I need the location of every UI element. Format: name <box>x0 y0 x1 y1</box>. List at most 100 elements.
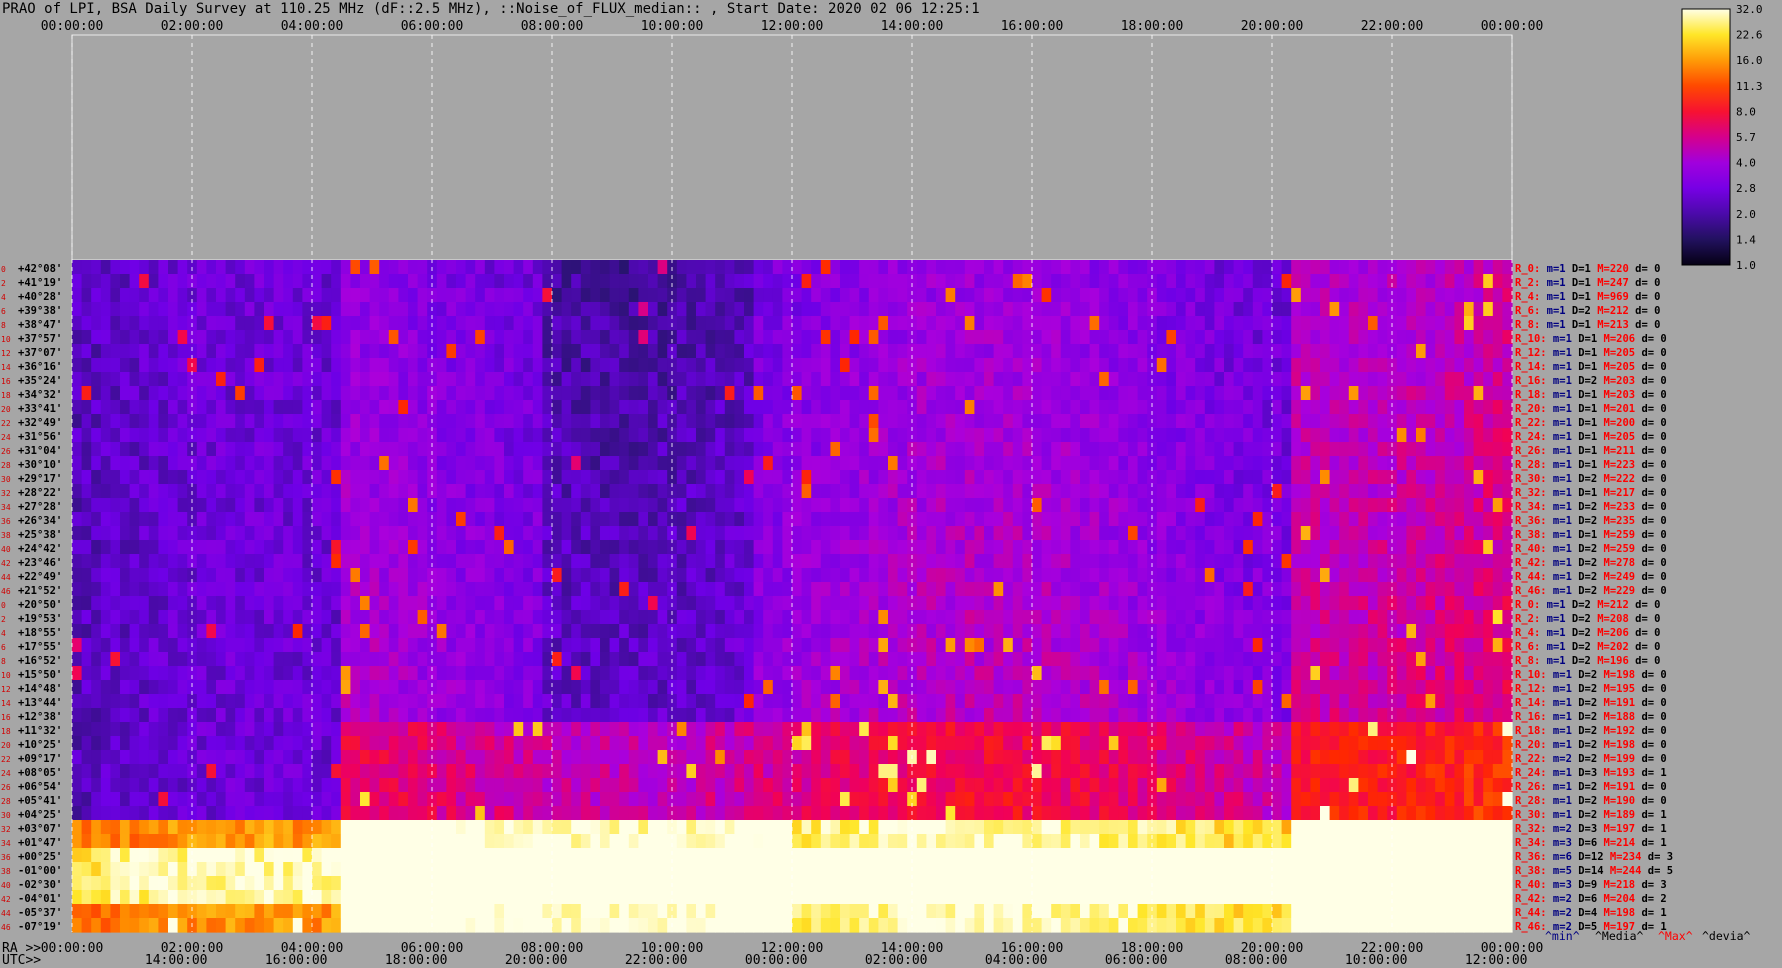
row-stat-d: D=6 <box>1572 893 1597 905</box>
row-stat-d: D=2 <box>1572 571 1597 583</box>
row-stat-d: D=1 <box>1572 431 1597 443</box>
row-stat-M: M=199 <box>1597 753 1635 765</box>
declination-label: +05°41' <box>18 795 62 807</box>
row-index-label: 40 <box>1 545 11 554</box>
row-stat-m: m=1 <box>1547 529 1572 541</box>
colorbar-tick-label: 2.8 <box>1736 182 1756 195</box>
row-stat-d: D=1 <box>1572 487 1597 499</box>
row-stat: R_38: m=1 D=1 M=259 d= 0 <box>1515 529 1667 541</box>
x-ra-tick-label: 00:00:00 <box>41 941 104 956</box>
row-stat-M: M=188 <box>1597 711 1635 723</box>
row-index-label: 20 <box>1 405 11 414</box>
declination-label: +31°56' <box>18 431 62 443</box>
row-stat-m: m=2 <box>1547 907 1572 919</box>
row-stat-m: m=1 <box>1547 669 1572 681</box>
row-stat-dev: d= 0 <box>1635 501 1667 513</box>
row-stat-r: R_28: <box>1515 795 1547 807</box>
row-stat-dev: d= 0 <box>1629 641 1661 653</box>
declination-label: +36°16' <box>18 361 62 373</box>
row-stat-M: M=201 <box>1597 403 1635 415</box>
row-stat-r: R_4: <box>1515 291 1540 303</box>
row-index-label: 2 <box>1 279 6 288</box>
row-stat-d: D=1 <box>1572 389 1597 401</box>
row-stat-M: M=202 <box>1591 641 1629 653</box>
declination-label: +30°10' <box>18 459 62 471</box>
row-stat-d: D=1 <box>1572 529 1597 541</box>
row-stat-m: m=1 <box>1547 697 1572 709</box>
row-stat: R_34: m=1 D=2 M=233 d= 0 <box>1515 501 1667 513</box>
row-stat-dev: d= 0 <box>1629 263 1661 275</box>
row-stat-d: D=2 <box>1572 515 1597 527</box>
row-stat-d: D=2 <box>1572 669 1597 681</box>
row-stat: R_40: m=3 D=9 M=218 d= 3 <box>1515 879 1667 891</box>
x-utc-tick-label: 04:00:00 <box>985 953 1048 968</box>
row-stat-m: m=6 <box>1547 851 1572 863</box>
row-stat: R_6: m=1 D=2 M=202 d= 0 <box>1515 641 1660 653</box>
declination-label: +33°41' <box>18 403 62 415</box>
row-stat-M: M=206 <box>1597 333 1635 345</box>
stats-legend-label: ^Media^ <box>1595 929 1644 943</box>
row-index-label: 12 <box>1 349 11 358</box>
row-stat-m: m=2 <box>1547 753 1572 765</box>
row-stat-d: D=2 <box>1566 305 1591 317</box>
row-index-label: 10 <box>1 671 11 680</box>
declination-label: +14°48' <box>18 683 62 695</box>
row-stat-dev: d= 0 <box>1635 781 1667 793</box>
row-stat: R_26: m=1 D=2 M=191 d= 0 <box>1515 781 1667 793</box>
row-stat-dev: d= 0 <box>1635 417 1667 429</box>
row-stat: R_30: m=1 D=2 M=189 d= 1 <box>1515 809 1667 821</box>
row-stat-d: D=2 <box>1566 613 1591 625</box>
row-stat-r: R_18: <box>1515 725 1547 737</box>
row-stat-d: D=1 <box>1566 319 1591 331</box>
row-stat: R_34: m=3 D=6 M=214 d= 1 <box>1515 837 1667 849</box>
row-stat-dev: d= 0 <box>1635 725 1667 737</box>
declination-label: +04°25' <box>18 809 62 821</box>
x-utc-tick-label: 18:00:00 <box>385 953 448 968</box>
declination-label: -04°01' <box>18 893 62 905</box>
row-stat-d: D=14 <box>1572 865 1604 877</box>
declination-label: +19°53' <box>18 613 62 625</box>
colorbar-tick-label: 1.0 <box>1736 259 1756 272</box>
row-stat-dev: d= 0 <box>1635 445 1667 457</box>
declination-label: +42°08' <box>18 263 62 275</box>
row-stat: R_44: m=1 D=2 M=249 d= 0 <box>1515 571 1667 583</box>
row-index-label: 44 <box>1 573 11 582</box>
row-stat-d: D=1 <box>1566 291 1591 303</box>
row-stat-m: m=1 <box>1547 501 1572 513</box>
row-stat-M: M=205 <box>1597 361 1635 373</box>
declination-label: +35°24' <box>18 375 62 387</box>
row-stat-M: M=192 <box>1597 725 1635 737</box>
x-top-tick-label: 12:00:00 <box>761 19 824 34</box>
row-stat-d: D=2 <box>1572 725 1597 737</box>
row-stat-M: M=220 <box>1591 263 1629 275</box>
declination-label: +09°17' <box>18 753 62 765</box>
row-stat: R_2: m=1 D=2 M=208 d= 0 <box>1515 613 1660 625</box>
row-stat-d: D=1 <box>1572 347 1597 359</box>
row-stat-dev: d= 0 <box>1635 557 1667 569</box>
row-stat-d: D=2 <box>1572 501 1597 513</box>
declination-label: +12°38' <box>18 711 62 723</box>
row-stat-dev: d= 0 <box>1635 739 1667 751</box>
row-stat-r: R_28: <box>1515 459 1547 471</box>
row-stat-d: D=6 <box>1572 837 1597 849</box>
row-stat-dev: d= 0 <box>1635 711 1667 723</box>
x-top-tick-label: 06:00:00 <box>401 19 464 34</box>
declination-label: +31°04' <box>18 445 62 457</box>
declination-label: +20°50' <box>18 599 62 611</box>
row-stat-m: m=1 <box>1540 599 1565 611</box>
x-utc-tick-label: 16:00:00 <box>265 953 328 968</box>
row-index-label: 6 <box>1 307 6 316</box>
row-stat-d: D=2 <box>1566 627 1591 639</box>
row-stat-m: m=1 <box>1547 445 1572 457</box>
declination-label: +17°55' <box>18 641 62 653</box>
row-stat-m: m=1 <box>1547 487 1572 499</box>
row-stat-M: M=969 <box>1591 291 1629 303</box>
row-index-label: 28 <box>1 797 11 806</box>
row-stat: R_18: m=1 D=2 M=192 d= 0 <box>1515 725 1667 737</box>
row-stat-d: D=2 <box>1572 543 1597 555</box>
x-utc-tick-label: 00:00:00 <box>745 953 808 968</box>
row-stat: R_42: m=2 D=6 M=204 d= 2 <box>1515 893 1667 905</box>
row-stat-r: R_10: <box>1515 669 1547 681</box>
row-stat-r: R_42: <box>1515 557 1547 569</box>
x-top-tick-label: 08:00:00 <box>521 19 584 34</box>
